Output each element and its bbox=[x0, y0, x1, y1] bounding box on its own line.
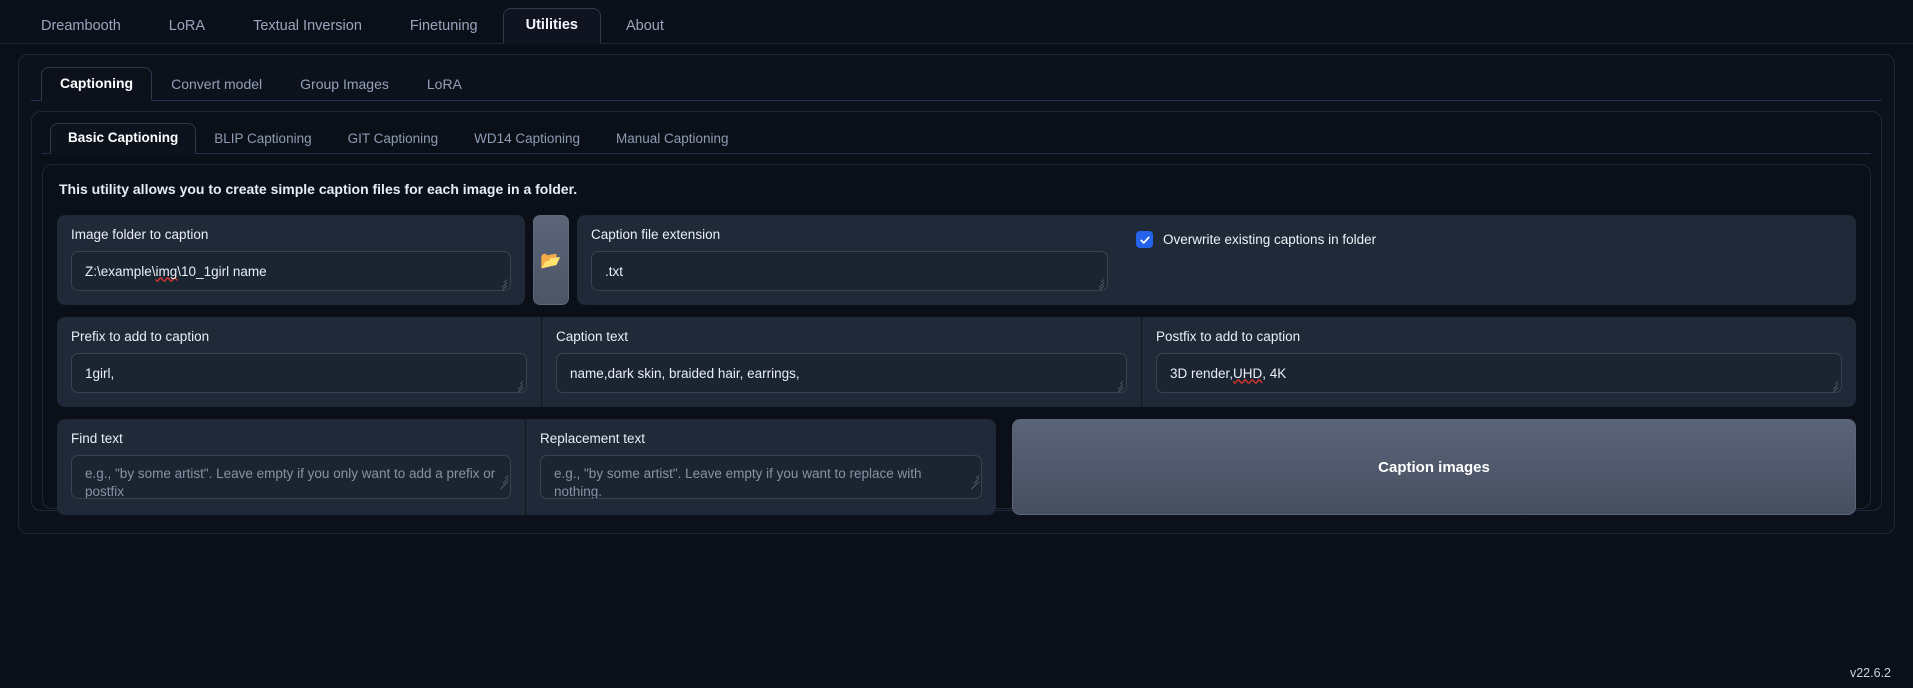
primary-tab-bar: Dreambooth LoRA Textual Inversion Finetu… bbox=[0, 0, 1913, 44]
browse-folder-button[interactable]: 📂 bbox=[533, 215, 569, 305]
find-text-input[interactable]: e.g., "by some artist". Leave empty if y… bbox=[71, 455, 511, 499]
caption-extension-input[interactable]: .txt bbox=[591, 251, 1108, 291]
tab-textual-inversion[interactable]: Textual Inversion bbox=[230, 9, 385, 44]
image-folder-group: Image folder to caption Z:\example\ img \1… bbox=[57, 215, 525, 305]
folder-open-icon: 📂 bbox=[540, 250, 562, 270]
overwrite-checkbox-row[interactable]: Overwrite existing captions in folder bbox=[1136, 227, 1842, 248]
caption-text-label: Caption text bbox=[556, 329, 629, 344]
form-row-1: Image folder to caption Z:\example\ img \1… bbox=[57, 215, 1856, 305]
secondary-tab-bar: Captioning Convert model Group Images Lo… bbox=[31, 65, 1882, 101]
replacement-text-input[interactable]: e.g., "by some artist". Leave empty if y… bbox=[540, 455, 982, 499]
tab-about[interactable]: About bbox=[603, 9, 687, 44]
find-text-label: Find text bbox=[71, 431, 123, 446]
image-folder-input[interactable]: Z:\example\ img \10_1girl name bbox=[71, 251, 511, 291]
caption-images-button[interactable]: Caption images bbox=[1012, 419, 1856, 515]
image-folder-value-misspelled: img bbox=[155, 263, 178, 279]
postfix-value-suffix: , 4K bbox=[1262, 365, 1287, 381]
resize-grip-icon bbox=[1825, 377, 1839, 392]
caption-extension-label: Caption file extension bbox=[591, 227, 721, 242]
overwrite-checkbox[interactable] bbox=[1136, 231, 1153, 248]
caption-text-value: name,dark skin, braided hair, earrings, bbox=[570, 365, 800, 381]
caption-text-group: Caption text name,dark skin, braided hai… bbox=[541, 317, 1141, 407]
replacement-text-label: Replacement text bbox=[540, 431, 646, 446]
tab-lora[interactable]: LoRA bbox=[146, 9, 228, 44]
captioning-panel: Basic Captioning BLIP Captioning GIT Cap… bbox=[31, 111, 1882, 515]
utilities-panel: Captioning Convert model Group Images Lo… bbox=[18, 54, 1895, 534]
utility-description: This utility allows you to create simple… bbox=[59, 181, 578, 197]
postfix-input[interactable]: 3D render, UHD, 4K bbox=[1156, 353, 1842, 393]
check-icon bbox=[1139, 236, 1150, 244]
postfix-value-misspelled: UHD bbox=[1233, 365, 1263, 381]
prefix-group: Prefix to add to caption 1girl, bbox=[57, 317, 541, 407]
basic-captioning-content: This utility allows you to create simple… bbox=[42, 164, 1871, 515]
prefix-input[interactable]: 1girl, bbox=[71, 353, 527, 393]
postfix-group: Postfix to add to caption 3D render, UHD… bbox=[1141, 317, 1856, 407]
tab-basic-captioning[interactable]: Basic Captioning bbox=[50, 123, 197, 154]
tab-dreambooth[interactable]: Dreambooth bbox=[18, 9, 144, 44]
tab-wd14-captioning[interactable]: WD14 Captioning bbox=[456, 124, 598, 154]
prefix-label: Prefix to add to caption bbox=[71, 329, 210, 344]
tab-captioning[interactable]: Captioning bbox=[41, 67, 153, 101]
tab-lora-utility[interactable]: LoRA bbox=[408, 68, 481, 101]
captioning-tab-bar: Basic Captioning BLIP Captioning GIT Cap… bbox=[42, 120, 1871, 154]
image-folder-value-suffix: \10_1girl name bbox=[177, 263, 267, 279]
postfix-value-prefix: 3D render, bbox=[1170, 365, 1234, 381]
replacement-text-group: Replacement text e.g., "by some artist".… bbox=[525, 419, 996, 515]
tab-convert-model[interactable]: Convert model bbox=[152, 68, 281, 101]
resize-grip-icon bbox=[510, 377, 524, 392]
form-row-2: Prefix to add to caption 1girl, Caption … bbox=[57, 317, 1856, 407]
postfix-label: Postfix to add to caption bbox=[1156, 329, 1301, 344]
tab-blip-captioning[interactable]: BLIP Captioning bbox=[196, 124, 329, 154]
find-text-group: Find text e.g., "by some artist". Leave … bbox=[57, 419, 525, 515]
overwrite-label: Overwrite existing captions in folder bbox=[1163, 232, 1377, 247]
resize-grip-icon bbox=[1110, 377, 1124, 392]
overwrite-group: Overwrite existing captions in folder bbox=[1122, 215, 1856, 305]
caption-extension-group: Caption file extension .txt bbox=[577, 215, 1122, 305]
row-spacer bbox=[996, 419, 1012, 515]
image-folder-label: Image folder to caption bbox=[71, 227, 209, 242]
caption-extension-value: .txt bbox=[605, 263, 624, 279]
form-row-3: Find text e.g., "by some artist". Leave … bbox=[57, 419, 1856, 515]
resize-grip-icon bbox=[494, 275, 508, 290]
tab-finetuning[interactable]: Finetuning bbox=[387, 9, 501, 44]
caption-images-button-label: Caption images bbox=[1378, 458, 1490, 476]
image-folder-value-prefix: Z:\example\ bbox=[85, 263, 156, 279]
version-label: v22.6.2 bbox=[1849, 666, 1891, 680]
tab-manual-captioning[interactable]: Manual Captioning bbox=[598, 124, 747, 154]
tab-git-captioning[interactable]: GIT Captioning bbox=[330, 124, 457, 154]
resize-grip-icon bbox=[1091, 275, 1105, 290]
prefix-value: 1girl, bbox=[85, 365, 115, 381]
tab-utilities[interactable]: Utilities bbox=[502, 8, 601, 44]
caption-text-input[interactable]: name,dark skin, braided hair, earrings, bbox=[556, 353, 1127, 393]
tab-group-images[interactable]: Group Images bbox=[281, 68, 408, 101]
